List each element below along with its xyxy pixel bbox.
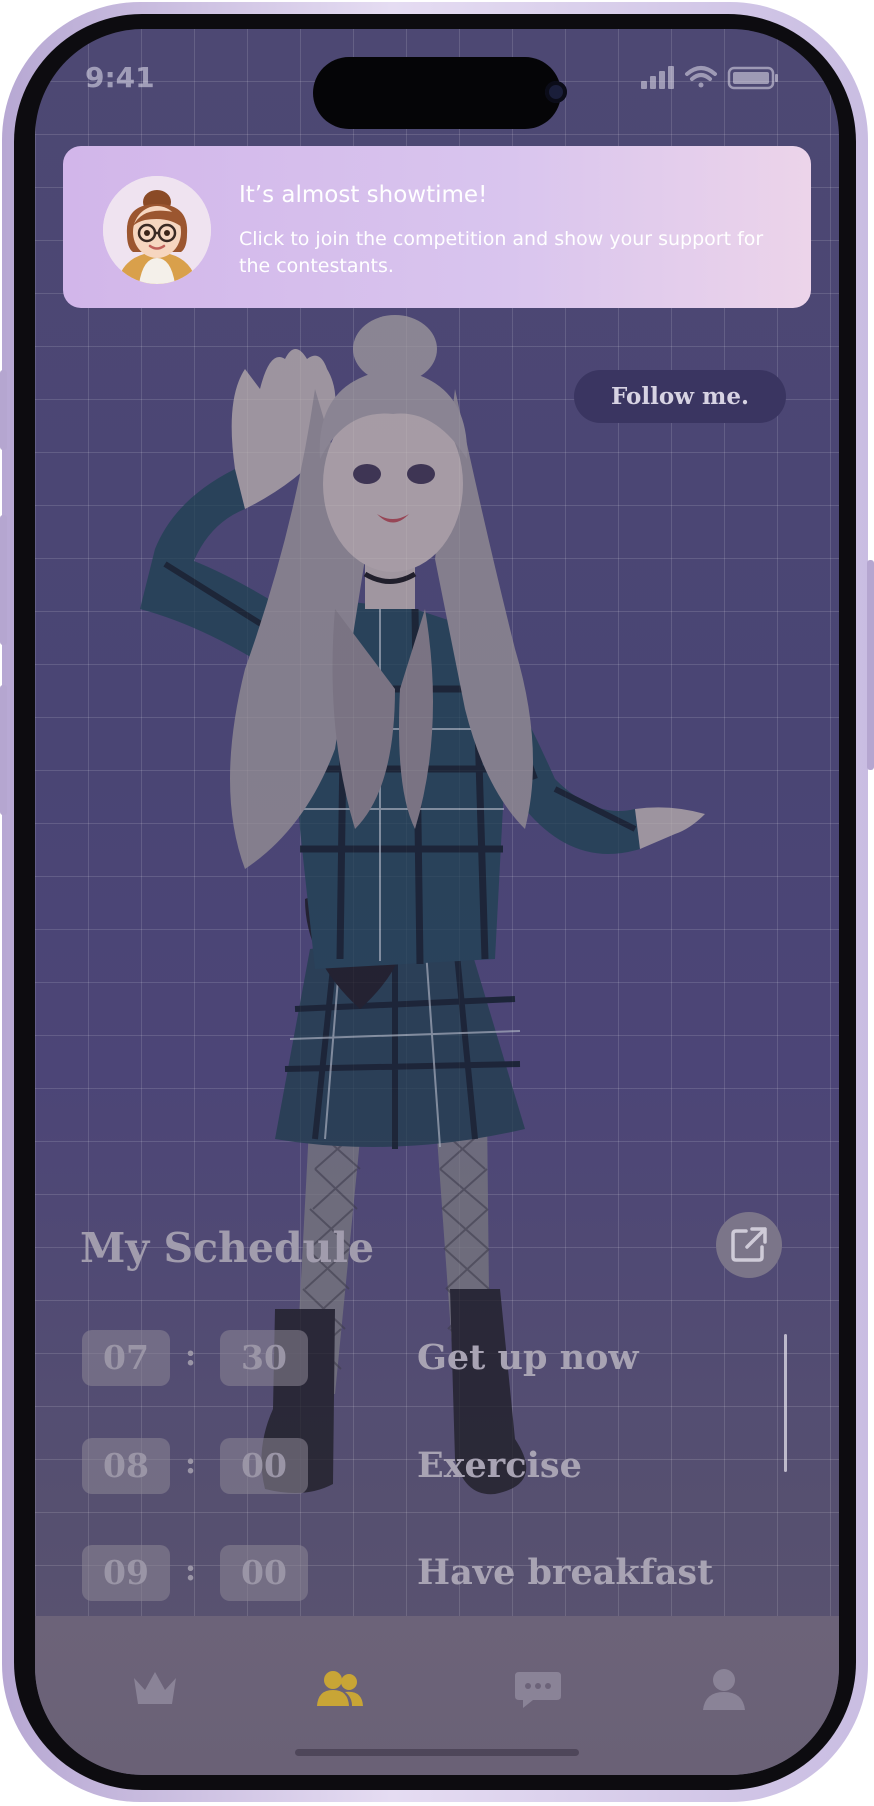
share-button[interactable]	[716, 1212, 782, 1278]
host-avatar	[103, 176, 211, 284]
chat-icon	[515, 1672, 561, 1708]
friends-icon	[317, 1671, 363, 1706]
volume-up-button	[0, 515, 7, 645]
schedule-scrollbar[interactable]	[784, 1334, 787, 1472]
minute-field[interactable]: 00	[220, 1438, 308, 1494]
avatar-character	[140, 315, 705, 1495]
notification-title: It’s almost showtime!	[239, 182, 488, 208]
schedule-row[interactable]: 09 : 00 Have breakfast	[82, 1545, 782, 1601]
wifi-icon	[685, 66, 717, 88]
profile-icon	[703, 1669, 745, 1710]
tab-chat[interactable]	[513, 1664, 563, 1714]
tab-friends[interactable]	[315, 1664, 365, 1714]
task-label: Have breakfast	[417, 1552, 714, 1593]
schedule-title: My Schedule	[80, 1224, 375, 1272]
external-link-icon	[731, 1227, 767, 1262]
time-separator: :	[185, 1446, 197, 1481]
minute-field[interactable]: 30	[220, 1330, 308, 1386]
app-screen: 9:41 It’s almost showtime! Click to join…	[35, 29, 839, 1775]
time-separator: :	[185, 1338, 197, 1373]
battery-icon	[727, 66, 778, 90]
status-icons	[641, 66, 778, 90]
dynamic-island	[313, 57, 561, 129]
home-indicator[interactable]	[295, 1749, 579, 1756]
task-label: Get up now	[417, 1337, 639, 1378]
notification-banner[interactable]: It’s almost showtime! Click to join the …	[63, 146, 811, 308]
status-time: 9:41	[85, 61, 155, 94]
hour-field[interactable]: 07	[82, 1330, 170, 1386]
action-button	[0, 370, 7, 450]
front-camera-icon	[545, 81, 567, 103]
crown-icon	[134, 1672, 176, 1704]
hour-field[interactable]: 09	[82, 1545, 170, 1601]
task-label: Exercise	[417, 1445, 582, 1486]
hour-field[interactable]: 08	[82, 1438, 170, 1494]
schedule-row[interactable]: 08 : 00 Exercise	[82, 1438, 782, 1494]
tab-ranking[interactable]	[130, 1664, 180, 1714]
power-button	[867, 560, 874, 770]
volume-down-button	[0, 685, 7, 815]
schedule-row[interactable]: 07 : 30 Get up now	[82, 1330, 782, 1386]
follow-me-button[interactable]: Follow me.	[574, 370, 786, 423]
tab-profile[interactable]	[699, 1664, 749, 1714]
time-separator: :	[185, 1553, 197, 1588]
notification-body: Click to join the competition and show y…	[239, 228, 764, 277]
signal-icon	[641, 66, 674, 89]
minute-field[interactable]: 00	[220, 1545, 308, 1601]
